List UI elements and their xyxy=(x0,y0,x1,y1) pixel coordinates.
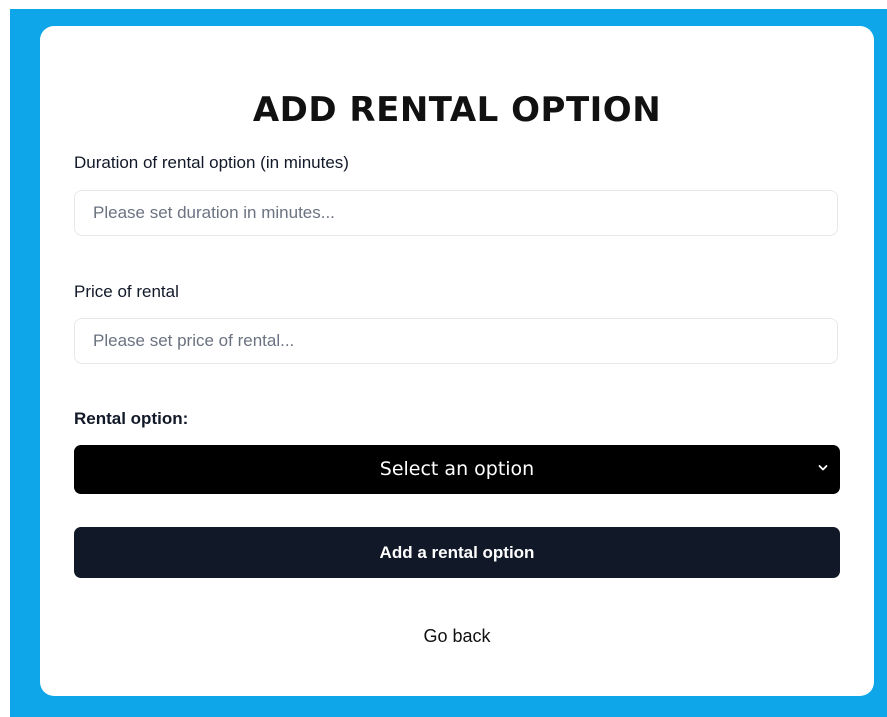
rental-option-select[interactable]: Select an option xyxy=(74,445,840,494)
chevron-down-icon xyxy=(818,465,828,471)
price-input[interactable] xyxy=(74,318,838,364)
price-label: Price of rental xyxy=(74,282,179,301)
rental-option-label: Rental option: xyxy=(74,409,189,428)
duration-input[interactable] xyxy=(74,190,838,236)
duration-label: Duration of rental option (in minutes) xyxy=(74,153,349,172)
add-rental-option-button[interactable]: Add a rental option xyxy=(74,527,840,578)
add-rental-option-card: ADD RENTAL OPTION Duration of rental opt… xyxy=(40,26,874,696)
rental-option-selected-value: Select an option xyxy=(379,458,535,480)
go-back-link[interactable]: Go back xyxy=(40,624,874,648)
page-title: ADD RENTAL OPTION xyxy=(252,90,662,130)
